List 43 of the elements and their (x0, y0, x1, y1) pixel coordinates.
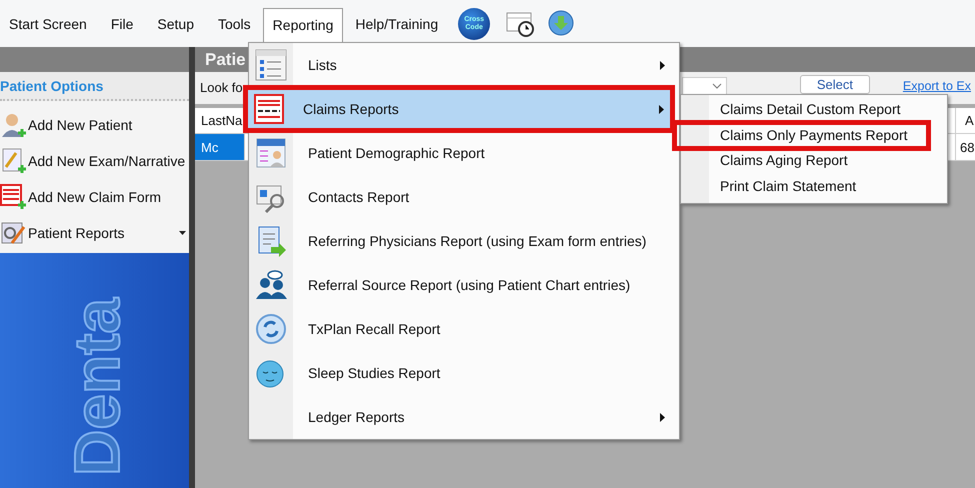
logo-text: Denta (62, 298, 132, 476)
select-button[interactable]: Select (800, 75, 870, 94)
dropdown-field[interactable] (682, 77, 727, 95)
panel-option[interactable]: Add New Patient (0, 107, 189, 143)
menu-item[interactable]: Tools (206, 8, 263, 40)
chevron-down-icon (712, 83, 722, 89)
caret-icon (179, 231, 186, 235)
menu-entry[interactable]: Ledger Reports (249, 395, 679, 439)
export-link[interactable]: Export to Ex (902, 79, 971, 93)
panel-header-title: Patie (205, 50, 246, 70)
submenu-entry[interactable]: Claims Aging Report (681, 148, 947, 173)
calendar-clock-icon[interactable] (506, 10, 534, 37)
panel-title: Patient Options (0, 72, 189, 101)
menu-entry[interactable]: Contacts Report (249, 175, 679, 219)
menu-entry[interactable]: Claims Reports (243, 85, 675, 133)
menu-item[interactable]: Setup (145, 8, 206, 40)
table-cell: Mc (195, 134, 245, 160)
menu-entry[interactable]: TxPlan Recall Report (249, 307, 679, 351)
menu-entry[interactable]: Sleep Studies Report (249, 351, 679, 395)
menu-item[interactable]: Start Screen (0, 8, 99, 40)
panel-option[interactable]: Add New Exam/Narrative (0, 143, 189, 179)
submenu-arrow-icon (660, 60, 665, 70)
panel-option[interactable]: Patient Reports (0, 215, 189, 251)
table-cell: 68 (955, 134, 975, 160)
patient-card-icon (255, 137, 287, 169)
submenu-arrow-icon (659, 104, 664, 114)
person-add-icon (0, 111, 26, 139)
list-icon (255, 49, 287, 81)
column-header[interactable]: A (955, 108, 975, 133)
refresh-circle-icon (255, 313, 287, 345)
menu-entry[interactable]: Referral Source Report (using Patient Chart entries) (249, 263, 679, 307)
download-globe-icon[interactable] (548, 10, 574, 36)
submenu-entry[interactable]: Claims Only Payments Report (672, 120, 931, 150)
menu-item[interactable]: File (98, 8, 146, 40)
submenu-entry[interactable]: Claims Detail Custom Report (681, 96, 947, 122)
panel-option[interactable]: Add New Claim Form (0, 179, 189, 215)
menu-entry[interactable]: Referring Physicians Report (using Exam form entries) (249, 219, 679, 263)
submenu-arrow-icon (660, 412, 665, 422)
people-speech-icon (255, 269, 287, 301)
submenu-entry[interactable]: Print Claim Statement (681, 173, 947, 198)
search-label: Look fo (200, 80, 243, 95)
menu-item[interactable]: Help/Training (343, 8, 450, 40)
claim-form-icon (252, 93, 284, 125)
